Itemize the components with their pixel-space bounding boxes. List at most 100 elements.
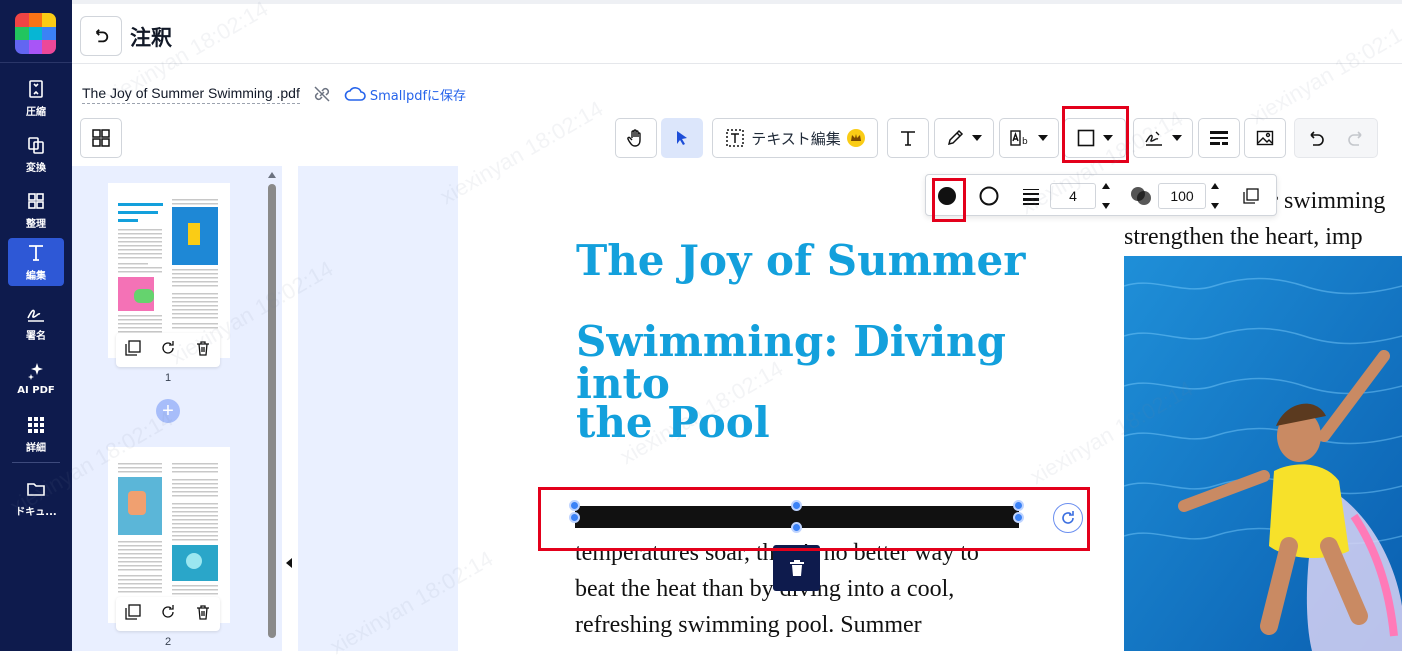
trash-icon[interactable] (195, 340, 211, 361)
document-title-line-3: the Pool (576, 398, 770, 447)
svg-text:b: b (1022, 137, 1028, 147)
resize-handle[interactable] (569, 500, 580, 511)
thumbnail-actions-2 (116, 597, 220, 631)
outline-circle-icon (979, 186, 999, 206)
stroke-width-input[interactable]: 4 (1050, 183, 1096, 209)
sidebar-item-ai-pdf[interactable]: AI PDF (8, 354, 64, 402)
sidebar-item-label: 圧縮 (26, 107, 46, 118)
document-title-line-1: The Joy of Summer (576, 236, 1026, 285)
page-thumbnail-1[interactable] (108, 183, 230, 358)
resize-handle[interactable] (569, 512, 580, 523)
chevron-down-icon (1172, 135, 1182, 141)
opacity-input[interactable]: 100 (1158, 183, 1206, 209)
resize-handle[interactable] (1013, 500, 1024, 511)
sidebar-divider (0, 62, 72, 63)
resize-handle[interactable] (1013, 512, 1024, 523)
app-logo[interactable] (15, 13, 56, 54)
duplicate-icon[interactable] (125, 603, 141, 625)
right-column-text-2: strengthen the heart, imp (1124, 224, 1363, 250)
sidebar-item-label: 整理 (26, 219, 46, 230)
sidebar-item-more[interactable]: 詳細 (8, 410, 64, 458)
stroke-width-control (1018, 180, 1044, 212)
sidebar-item-sign[interactable]: 署名 (8, 298, 64, 346)
back-button[interactable] (80, 16, 122, 56)
sidebar-item-convert[interactable]: 変換 (8, 130, 64, 178)
add-page-button[interactable]: + (156, 399, 180, 423)
image-tool-button[interactable] (1244, 118, 1286, 158)
sidebar-item-label: 詳細 (26, 443, 46, 454)
rotate-icon (1062, 511, 1074, 524)
line-weight-icon (1023, 189, 1039, 205)
cloud-icon (344, 87, 366, 101)
rotate-icon[interactable] (160, 340, 176, 361)
file-row: The Joy of Summer Swimming .pdf Smallpdf… (82, 82, 466, 106)
pencil-icon (947, 129, 964, 146)
folder-icon (25, 478, 47, 500)
text-t-icon (901, 131, 915, 146)
hand-icon (627, 129, 641, 147)
rotate-annotation-button[interactable] (1053, 503, 1083, 533)
collapse-panel-icon[interactable] (286, 558, 292, 568)
file-name[interactable]: The Joy of Summer Swimming .pdf (82, 85, 300, 104)
fill-outline-option[interactable] (974, 180, 1004, 212)
shape-tool-button[interactable] (1064, 118, 1126, 158)
opacity-control (1128, 180, 1154, 212)
resize-handle[interactable] (791, 522, 802, 533)
sidebar-divider (12, 462, 60, 463)
right-column-text-1: r swimming (1270, 188, 1386, 214)
add-text-button[interactable] (887, 118, 929, 158)
text-box-icon (726, 129, 744, 147)
sidebar-item-label: AI PDF (17, 385, 55, 396)
image-icon (1256, 130, 1274, 146)
hand-tool-button[interactable] (615, 118, 657, 158)
chevron-down-icon (972, 135, 982, 141)
header: 注釈 (72, 0, 1402, 64)
sidebar: 圧縮 変換 整理 編集 署名 AI PDF 詳細 ドキュ... (0, 0, 72, 651)
thumbnail-actions-1 (116, 333, 220, 367)
signature-tool-button[interactable] (1133, 118, 1193, 158)
resize-handle[interactable] (791, 500, 802, 511)
compress-icon (25, 78, 47, 100)
chevron-down-icon (1103, 135, 1113, 141)
stroke-width-spinner[interactable] (1101, 183, 1111, 209)
pen-tool-button[interactable] (934, 118, 994, 158)
rotate-icon[interactable] (160, 604, 176, 625)
page-grid-button[interactable] (80, 118, 122, 158)
filled-circle-icon (938, 187, 956, 205)
crown-icon (846, 129, 865, 147)
fill-filled-option[interactable] (932, 180, 962, 212)
sidebar-item-compress[interactable]: 圧縮 (8, 74, 64, 122)
redo-button[interactable] (1336, 130, 1376, 146)
duplicate-icon[interactable] (125, 339, 141, 361)
opacity-spinner[interactable] (1210, 183, 1220, 209)
sparkle-icon (25, 360, 47, 382)
body-text-line-3: refreshing swimming pool. Summer (575, 612, 922, 638)
thumbnail-page-number: 2 (164, 636, 172, 648)
text-edit-button[interactable]: テキスト編集 (712, 118, 878, 158)
duplicate-annotation-button[interactable] (1238, 180, 1264, 212)
select-tool-button[interactable] (661, 118, 703, 158)
text-edit-label: テキスト編集 (751, 129, 841, 148)
delete-annotation-button[interactable] (773, 545, 820, 591)
opacity-icon (1131, 187, 1151, 205)
chevron-down-icon (1038, 135, 1048, 141)
sidebar-item-documents[interactable]: ドキュ... (8, 474, 64, 522)
highlight-text-button[interactable]: b (999, 118, 1059, 158)
sidebar-item-edit[interactable]: 編集 (8, 238, 64, 286)
sidebar-item-label: 変換 (26, 163, 46, 174)
strikeout-tool-button[interactable] (1198, 118, 1240, 158)
sign-icon (25, 302, 47, 324)
sidebar-item-label: 編集 (26, 271, 46, 282)
undo-button[interactable] (1296, 130, 1336, 146)
organize-icon (25, 190, 47, 212)
sidebar-item-label: ドキュ... (15, 507, 57, 518)
sidebar-item-organize[interactable]: 整理 (8, 186, 64, 234)
panel-gutter (282, 166, 298, 651)
undo-redo-group (1294, 118, 1378, 158)
unlink-icon[interactable] (312, 84, 332, 104)
swimmer-photo (1124, 256, 1402, 651)
trash-icon[interactable] (195, 604, 211, 625)
undo-arrow-icon (95, 29, 109, 43)
scrollbar-thumb[interactable] (268, 184, 276, 638)
save-to-smallpdf-link[interactable]: Smallpdfに保存 (344, 85, 466, 104)
